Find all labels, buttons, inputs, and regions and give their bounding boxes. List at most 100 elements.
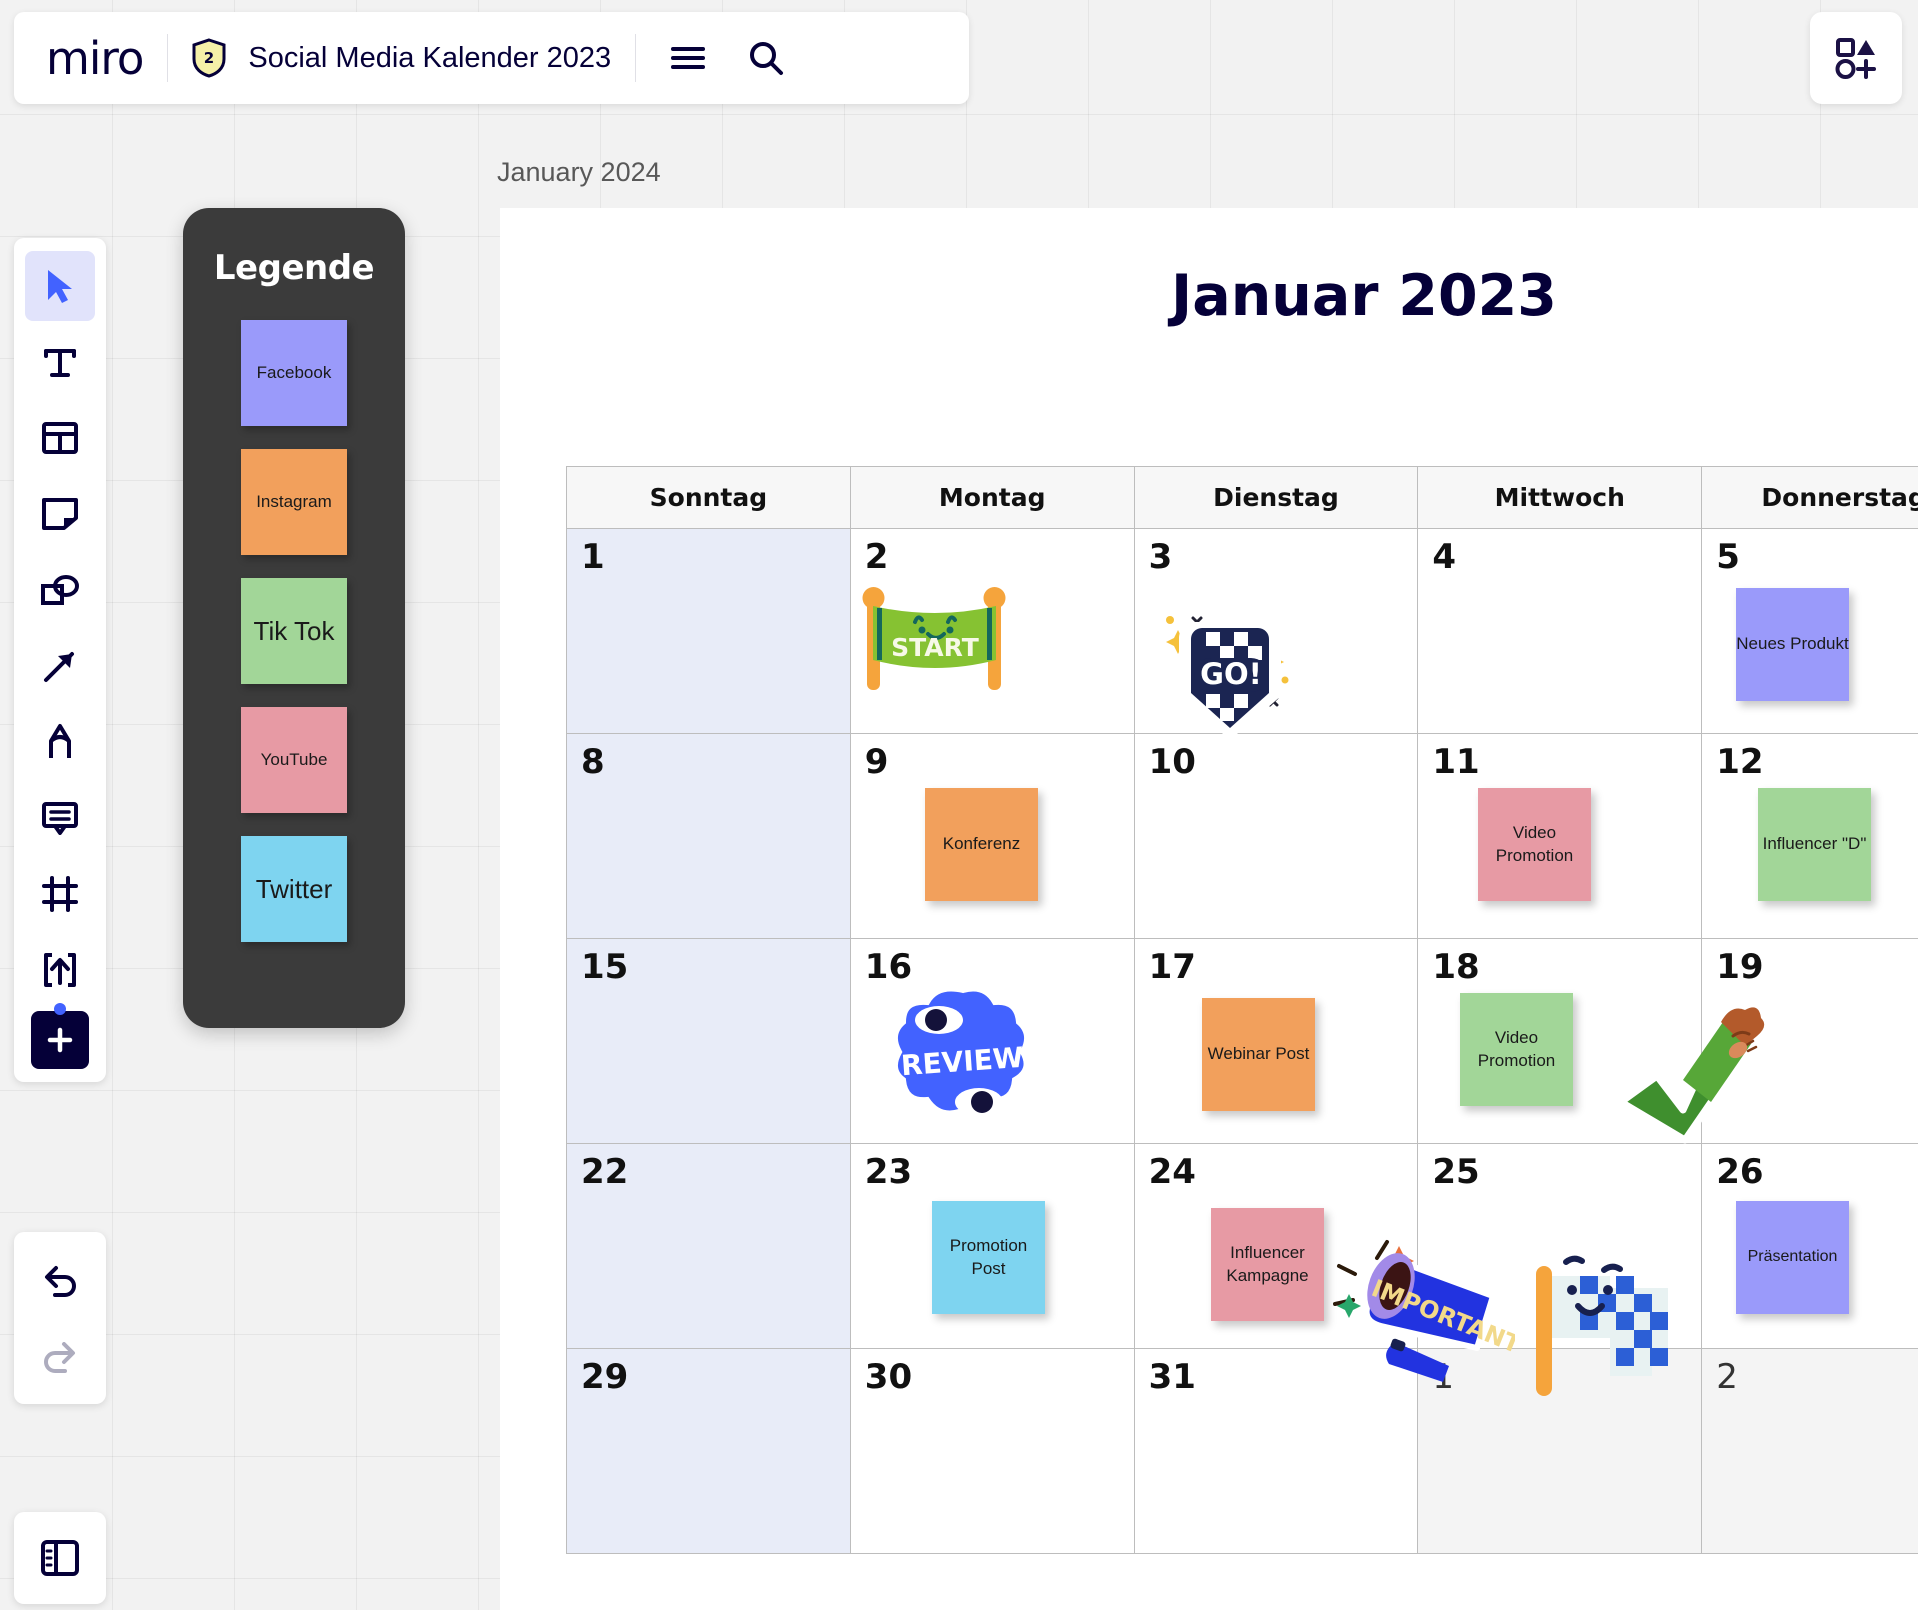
calendar-week-row: 29303112	[566, 1348, 1918, 1554]
note-neues-produkt[interactable]: Neues Produkt	[1736, 588, 1849, 701]
note-webinar-post[interactable]: Webinar Post	[1202, 998, 1315, 1111]
calendar-day-cell[interactable]: 8	[566, 733, 851, 939]
calendar-day-cell[interactable]: 22	[566, 1143, 851, 1349]
day-number: 31	[1148, 1357, 1196, 1397]
cursor-icon	[48, 270, 72, 303]
day-number: 2	[864, 537, 889, 577]
day-number: 17	[1148, 947, 1196, 987]
day-number: 12	[1716, 742, 1764, 782]
divider	[167, 34, 169, 82]
legend-item-label: Tik Tok	[253, 615, 335, 646]
note-label: Video Promotion	[1495, 823, 1574, 865]
upload-tool[interactable]	[25, 935, 95, 1005]
legend-item-label: YouTube	[260, 750, 328, 770]
note-video-promotion-11[interactable]: Video Promotion	[1478, 788, 1591, 901]
weekday-header-donnerstag: Donnerstag	[1701, 466, 1918, 529]
note-influencer-kampagne[interactable]: Influencer Kampagne	[1211, 1208, 1324, 1321]
calendar-day-cell[interactable]: 15	[566, 938, 851, 1144]
go-checkered-sticker[interactable]: GO!	[1160, 608, 1300, 758]
legend-item-youtube[interactable]: YouTube	[241, 707, 347, 813]
weekday-header-montag: Montag	[849, 466, 1135, 529]
more-apps-tool[interactable]	[31, 1003, 89, 1069]
day-number: 16	[864, 947, 913, 987]
comment-tool[interactable]	[25, 783, 95, 853]
arrow-icon	[44, 652, 74, 682]
apps-grid-button[interactable]	[1810, 12, 1902, 104]
day-number: 30	[864, 1357, 913, 1397]
top-toolbar[interactable]: miro 2 Social Media Kalender 2023	[14, 12, 969, 104]
frame-title: Januar 2023	[1171, 263, 1557, 329]
cursor-tool[interactable]	[25, 251, 95, 321]
note-praesentation[interactable]: Präsentation	[1736, 1201, 1849, 1314]
shapes-tool[interactable]	[25, 555, 95, 625]
day-number: 9	[864, 742, 889, 782]
note-konferenz[interactable]: Konferenz	[925, 788, 1038, 901]
left-toolbar[interactable]	[14, 238, 106, 1082]
day-number: 8	[581, 742, 605, 782]
calendar-week-row: 8 9 10 11 12	[566, 733, 1918, 939]
text-tool[interactable]	[25, 327, 95, 397]
miro-logo[interactable]: miro	[46, 32, 144, 85]
day-number: 24	[1148, 1152, 1196, 1192]
note-label: Konferenz	[942, 834, 1021, 854]
search-icon[interactable]	[742, 34, 790, 82]
calendar-day-cell[interactable]: 30	[849, 1348, 1135, 1554]
legend-panel[interactable]: Legende Facebook Instagram Tik Tok YouTube T…	[183, 208, 405, 1028]
frame-label[interactable]: January 2024	[497, 157, 661, 188]
day-number: 18	[1432, 947, 1480, 987]
text-icon	[44, 349, 76, 377]
weekday-header-mittwoch: Mittwoch	[1417, 466, 1703, 529]
note-label: Influencer Kampagne	[1226, 1243, 1309, 1285]
sticker-text: GO!	[1200, 657, 1262, 691]
comment-icon	[42, 802, 78, 835]
board-shield-badge[interactable]: 2	[192, 38, 226, 78]
legend-item-twitter[interactable]: Twitter	[241, 836, 347, 942]
redo-button[interactable]	[25, 1321, 95, 1391]
calendar-frame: Januar 2023 Sonntag Montag Dienstag Mitt…	[500, 208, 1918, 1610]
note-promotion-post[interactable]: Promotion Post	[932, 1201, 1045, 1314]
note-label: Präsentation	[1747, 1248, 1838, 1266]
shapes-icon	[41, 575, 79, 605]
note-influencer-d[interactable]: Influencer "D"	[1758, 788, 1871, 901]
calendar-day-cell[interactable]: 2	[1701, 1348, 1918, 1554]
template-tool[interactable]	[25, 403, 95, 473]
calendar-day-cell[interactable]: 1	[566, 528, 851, 734]
legend-item-tik-tok[interactable]: Tik Tok	[241, 578, 347, 684]
connector-tool[interactable]	[25, 631, 95, 701]
calendar-day-cell[interactable]: 4	[1417, 528, 1703, 734]
frame-tool[interactable]	[25, 859, 95, 929]
sticker-text: START	[891, 633, 979, 662]
legend-item-label: Facebook	[256, 363, 332, 383]
note-video-promotion-18[interactable]: Video Promotion	[1460, 993, 1573, 1106]
calendar-day-cell[interactable]: 10	[1133, 733, 1419, 939]
legend-item-instagram[interactable]: Instagram	[241, 449, 347, 555]
pen-icon	[49, 724, 71, 758]
calendar-day-cell[interactable]: 29	[566, 1348, 851, 1554]
day-number: 5	[1716, 537, 1740, 577]
sticky-note-tool[interactable]	[25, 479, 95, 549]
checkmark-hand-sticker[interactable]	[1605, 998, 1765, 1158]
undo-button[interactable]	[25, 1245, 95, 1315]
board-title[interactable]: Social Media Kalender 2023	[248, 42, 611, 75]
plus-icon	[47, 1027, 73, 1053]
note-label: Influencer "D"	[1762, 834, 1867, 854]
checkered-flag-sticker[interactable]	[1522, 1248, 1682, 1403]
megaphone-important-sticker[interactable]: IMPORTANT	[1325, 1238, 1525, 1388]
day-number: 23	[864, 1152, 913, 1192]
pen-tool[interactable]	[25, 707, 95, 777]
legend-item-facebook[interactable]: Facebook	[241, 320, 347, 426]
review-eyes-sticker[interactable]: REVIEW	[884, 985, 1042, 1136]
note-label: Video Promotion	[1477, 1028, 1556, 1070]
day-number: 3	[1148, 537, 1173, 577]
day-number: 29	[581, 1357, 629, 1397]
template-icon	[42, 422, 78, 454]
day-number: 19	[1716, 947, 1764, 987]
start-banner-sticker[interactable]: START	[855, 580, 1015, 695]
frame-icon	[42, 876, 78, 912]
divider	[635, 34, 637, 82]
shield-badge-text: 2	[204, 49, 214, 67]
side-panel-button[interactable]	[14, 1512, 106, 1604]
undo-redo-toolbar[interactable]	[14, 1232, 106, 1404]
calendar-header-row: Sonntag Montag Dienstag Mittwoch Donners…	[566, 466, 1918, 529]
hamburger-icon[interactable]	[664, 34, 712, 82]
